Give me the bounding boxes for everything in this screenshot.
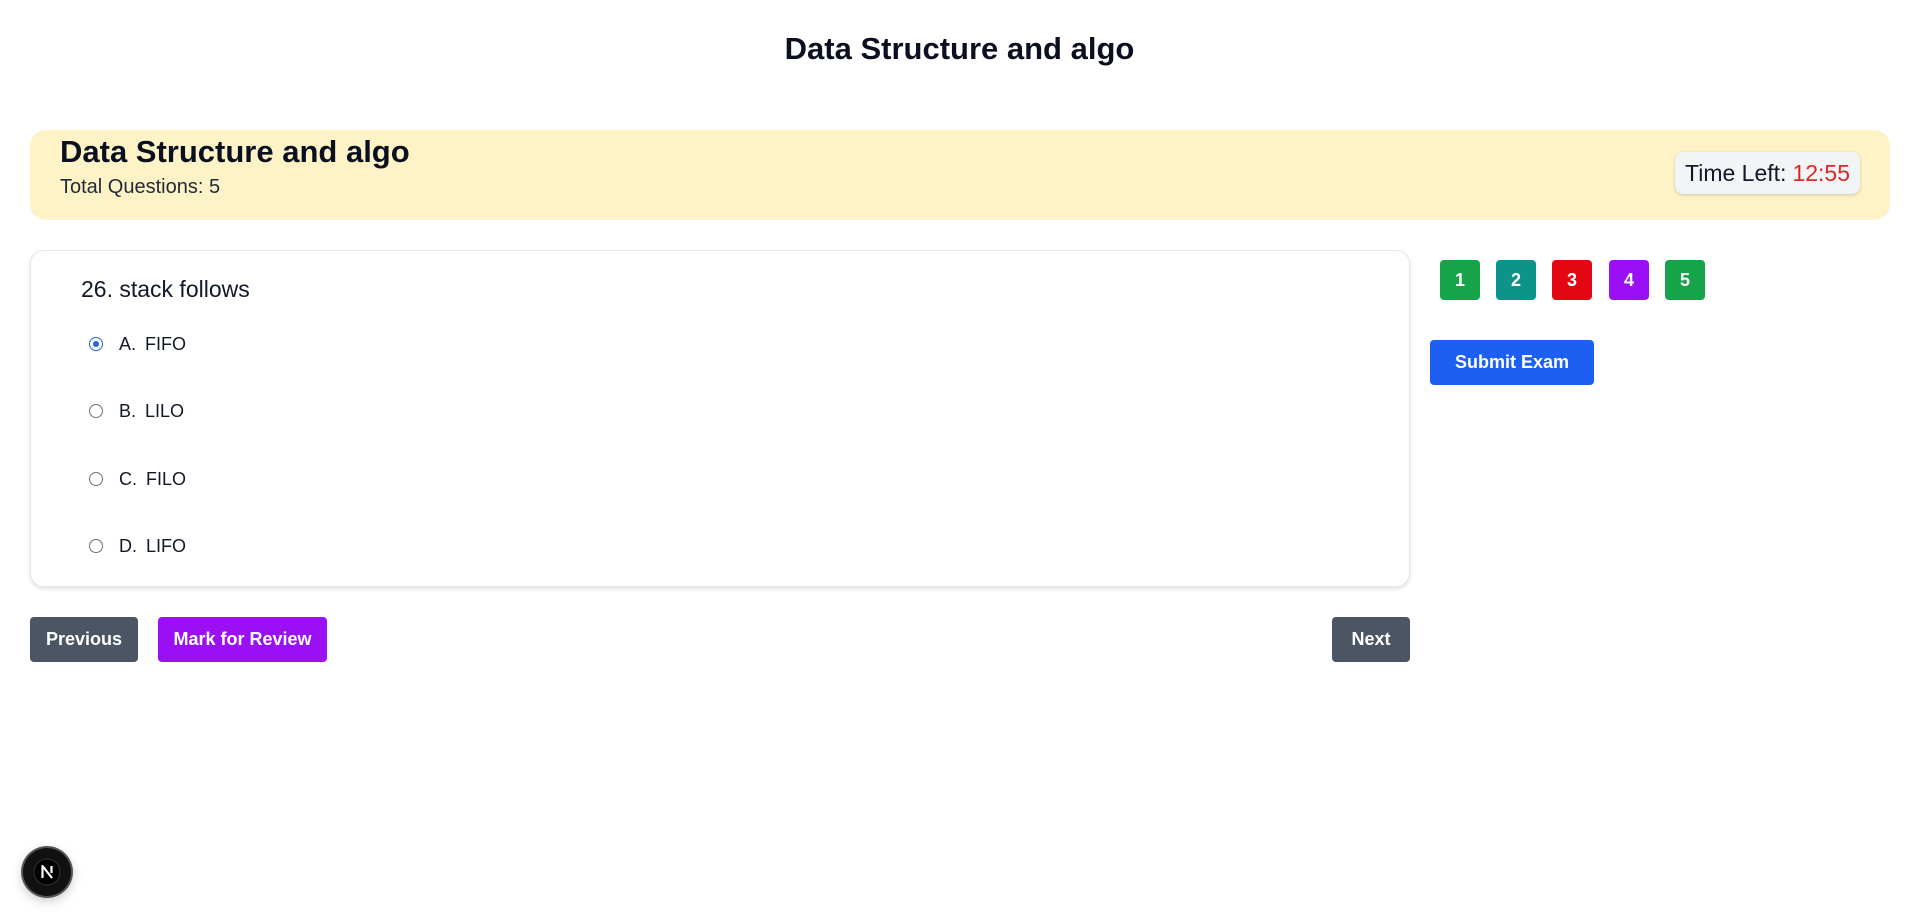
submit-exam-button[interactable]: Submit Exam <box>1430 340 1594 385</box>
nextjs-icon <box>33 858 61 886</box>
option-c[interactable]: C. FILO <box>89 467 186 491</box>
question-text: 26. stack follows <box>81 276 250 302</box>
option-text: FIFO <box>145 333 187 354</box>
option-text: LILO <box>145 400 185 421</box>
exam-title: Data Structure and algo <box>60 134 410 169</box>
option-d[interactable]: D. LIFO <box>89 534 186 558</box>
page-title: Data Structure and algo <box>784 31 1135 66</box>
option-text: LIFO <box>146 535 187 556</box>
radio-option-a[interactable] <box>89 337 103 351</box>
option-letter: B. <box>119 400 137 421</box>
question-card: 26. stack follows A. FIFO B. LILO C. FIL… <box>30 250 1410 587</box>
nextjs-dev-tools-button[interactable] <box>23 848 71 896</box>
radio-option-d[interactable] <box>89 539 103 553</box>
timer-value: 12:55 <box>1792 159 1850 186</box>
radio-option-b[interactable] <box>89 404 103 418</box>
previous-button[interactable]: Previous <box>30 617 138 662</box>
option-letter: D. <box>119 535 137 556</box>
question-nav-3[interactable]: 3 <box>1552 260 1592 300</box>
option-letter: A. <box>119 333 137 354</box>
question-nav-4[interactable]: 4 <box>1609 260 1649 300</box>
timer-label: Time Left: <box>1685 159 1787 186</box>
option-b[interactable]: B. LILO <box>89 399 184 423</box>
option-a[interactable]: A. FIFO <box>89 332 186 356</box>
question-nav-2[interactable]: 2 <box>1496 260 1536 300</box>
question-nav-1[interactable]: 1 <box>1440 260 1480 300</box>
total-questions: Total Questions: 5 <box>60 176 221 198</box>
next-button[interactable]: Next <box>1332 617 1410 662</box>
timer: Time Left: 12:55 <box>1675 152 1860 194</box>
radio-option-c[interactable] <box>89 472 103 486</box>
question-nav-5[interactable]: 5 <box>1665 260 1705 300</box>
option-letter: C. <box>119 468 137 489</box>
exam-header: Data Structure and algo Total Questions:… <box>30 130 1890 220</box>
mark-for-review-button[interactable]: Mark for Review <box>158 617 327 662</box>
option-text: FILO <box>146 468 187 489</box>
